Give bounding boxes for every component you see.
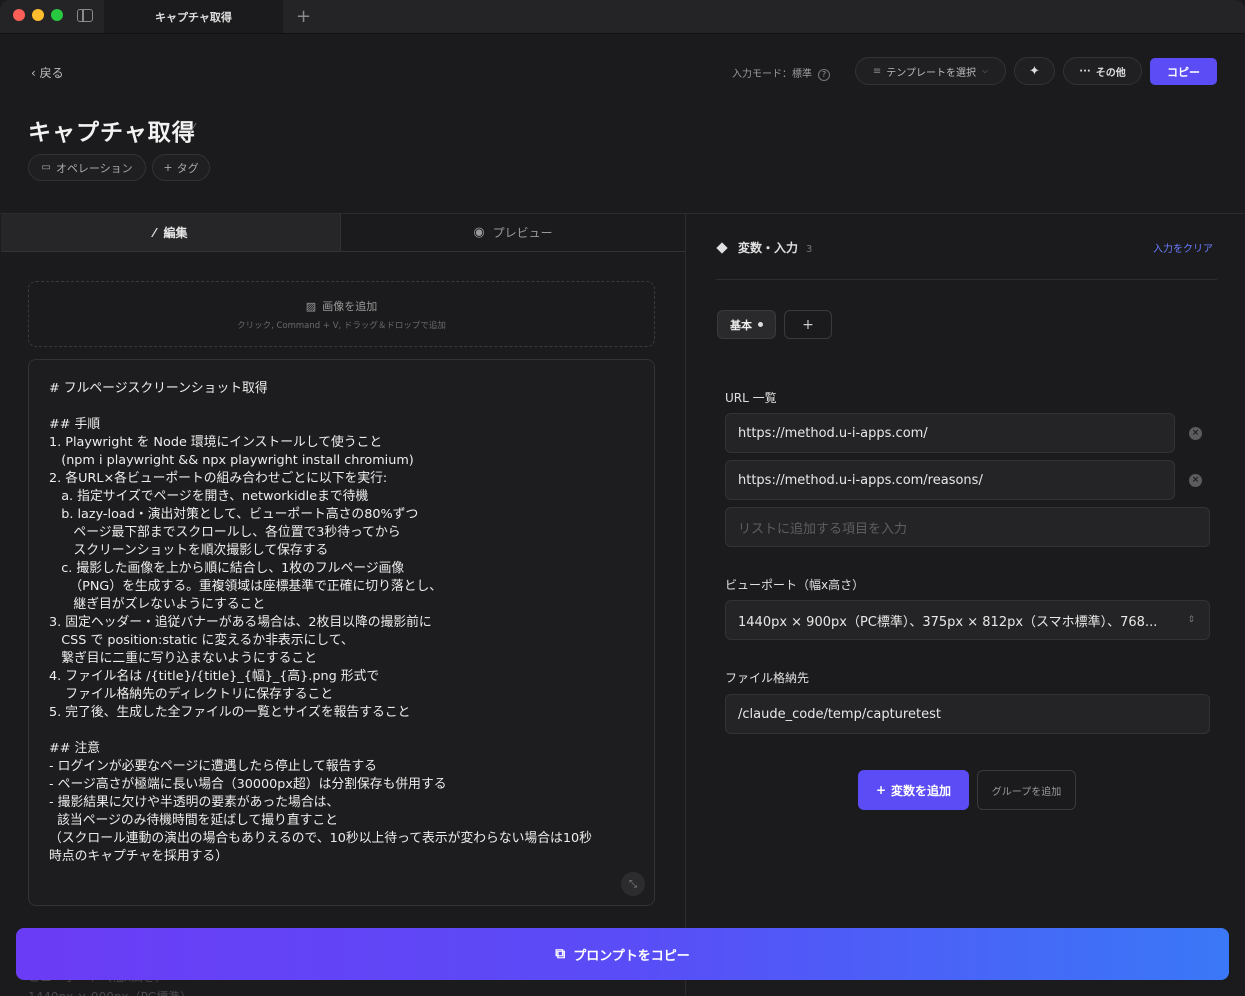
minimize-window-icon[interactable] (32, 9, 44, 21)
chevron-down-icon: ⌵ (982, 66, 989, 75)
url-add-placeholder: リストに追加する項目を入力 (738, 521, 908, 537)
remove-url-icon[interactable]: × (1189, 474, 1202, 487)
variables-heading-label: 変数・入力 (738, 241, 799, 255)
copy-button[interactable]: コピー (1150, 58, 1217, 85)
url-list-label: URL 一覧 (725, 391, 777, 405)
url-item-value: https://method.u-i-apps.com/ (738, 425, 928, 441)
url-item-value: https://method.u-i-apps.com/reasons/ (738, 472, 983, 488)
viewport-label: ビューポート（幅x高さ） (725, 578, 865, 592)
tab-preview[interactable]: ◉ プレビュー (341, 214, 685, 252)
group-tab-basic[interactable]: 基本 (717, 310, 776, 339)
back-label: 戻る (39, 66, 64, 80)
image-add-icon: ▨ (305, 300, 317, 313)
chevron-updown-icon: ⇕ (1187, 615, 1195, 625)
url-add-input[interactable]: リストに追加する項目を入力 (725, 507, 1210, 547)
pencil-icon[interactable]: ⁄ (192, 122, 194, 137)
storage-value: /claude_code/temp/capturetest (738, 706, 941, 722)
folder-chip-label: オペレーション (55, 161, 133, 175)
tab-preview-label: プレビュー (492, 226, 553, 240)
copy-prompt-button[interactable]: ⧉ プロンプトをコピー (16, 928, 1229, 980)
viewport-select[interactable]: 1440px × 900px（PC標準）、375px × 812px（スマホ標準… (725, 600, 1210, 640)
diamond-icon (716, 242, 728, 254)
input-mode-label: 入力モード：標準 (732, 69, 812, 80)
folder-icon: ▭ (41, 162, 51, 173)
storage-field[interactable]: /claude_code/temp/capturetest (725, 694, 1210, 734)
tab-edit-label: 編集 (163, 226, 188, 240)
add-variable-label: 変数を追加 (891, 783, 952, 798)
collapse-icon[interactable]: ⤡ (621, 872, 645, 896)
folder-chip[interactable]: ▭ オペレーション (28, 154, 146, 181)
help-icon[interactable]: ? (818, 69, 830, 81)
add-group-tab-button[interactable]: + (784, 310, 832, 339)
prompt-editor-content[interactable]: # フルページスクリーンショット取得 ## 手順 1. Playwright を… (49, 380, 644, 866)
ai-sparkle-button[interactable]: ✦ (1014, 57, 1055, 85)
divider (716, 279, 1217, 280)
template-select[interactable]: ≡ テンプレートを選択 ⌵ (855, 57, 1006, 85)
prompt-editor[interactable]: # フルページスクリーンショット取得 ## 手順 1. Playwright を… (28, 359, 655, 906)
add-group-button[interactable]: グループを追加 (977, 770, 1076, 810)
ellipsis-icon: ··· (1079, 65, 1091, 77)
panel-divider (685, 213, 686, 996)
viewport-value: 1440px × 900px（PC標準）、375px × 812px（スマホ標準… (738, 614, 1158, 630)
new-tab-button[interactable]: + (296, 6, 311, 27)
storage-label: ファイル格納先 (725, 671, 810, 685)
more-label: その他 (1095, 67, 1126, 79)
sparkle-icon: ✦ (1029, 63, 1040, 79)
url-item-field[interactable]: https://method.u-i-apps.com/ (725, 413, 1175, 453)
url-item-field[interactable]: https://method.u-i-apps.com/reasons/ (725, 460, 1175, 500)
tab-label: キャプチャ取得 (155, 10, 232, 24)
clipboard-icon: ⧉ (555, 946, 566, 962)
page-title: キャプチャ取得 (28, 120, 196, 146)
add-tag-chip[interactable]: + タグ (152, 154, 210, 181)
more-button[interactable]: ··· その他 (1063, 57, 1142, 85)
input-mode: 入力モード：標準? (732, 65, 830, 81)
plus-icon: + (163, 161, 173, 174)
tab-capture[interactable]: キャプチャ取得 (104, 0, 283, 33)
variables-count: 3 (806, 244, 813, 255)
group-basic-label: 基本 (730, 318, 752, 332)
list-icon: ≡ (872, 65, 882, 77)
ghost-line: 1440px × 900px（PC標準） (28, 987, 192, 996)
back-button[interactable]: ‹ 戻る (31, 64, 64, 81)
image-dropzone[interactable]: ▨ 画像を追加 クリック, Command + V, ドラッグ＆ドロップで追加 (28, 281, 655, 347)
tag-chip-label: タグ (176, 161, 199, 175)
template-select-label: テンプレートを選択 (886, 67, 976, 79)
copy-prompt-label: プロンプトをコピー (573, 948, 690, 964)
add-variable-button[interactable]: + 変数を追加 (858, 770, 969, 810)
title-bar: キャプチャ取得 + (0, 0, 1245, 34)
sidebar-toggle-icon[interactable] (77, 9, 93, 22)
chevron-left-icon: ‹ (31, 66, 40, 80)
app-window: キャプチャ取得 + ‹ 戻る 入力モード：標準? ≡ テンプレートを選択 ⌵ ✦… (0, 0, 1245, 996)
tab-edit[interactable]: ⁄ 編集 (1, 214, 341, 252)
add-image-hint: クリック, Command + V, ドラッグ＆ドロップで追加 (237, 321, 446, 331)
maximize-window-icon[interactable] (51, 9, 63, 21)
plus-icon: + (875, 783, 887, 797)
clear-inputs-link[interactable]: 入力をクリア (1153, 240, 1213, 255)
active-dot-icon (758, 322, 763, 327)
variables-heading: 変数・入力 3 (716, 239, 813, 256)
eye-icon: ◉ (473, 225, 485, 240)
close-window-icon[interactable] (13, 9, 25, 21)
pencil-icon: ⁄ (153, 225, 156, 240)
remove-url-icon[interactable]: × (1189, 427, 1202, 440)
add-image-title: 画像を追加 (322, 300, 378, 313)
